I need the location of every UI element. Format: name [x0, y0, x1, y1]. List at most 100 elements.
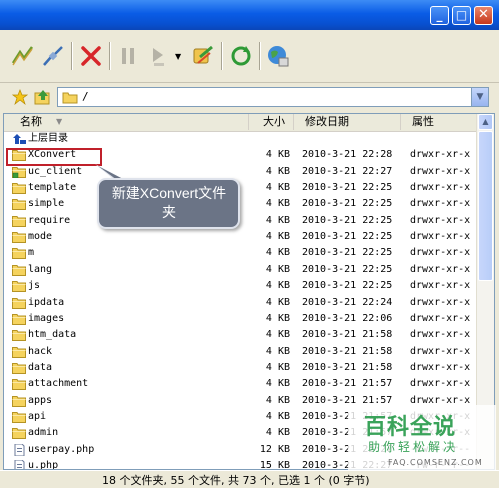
address-input[interactable]: / ▼: [57, 87, 489, 107]
file-size: 15 KB: [259, 460, 290, 470]
list-header: 名称 ▼ 大小 修改日期 属性: [4, 114, 478, 132]
watermark-title: 百科全说: [364, 414, 457, 439]
file-name: template: [28, 182, 77, 194]
close-window-button[interactable]: ✕: [474, 6, 493, 25]
file-row[interactable]: uc_client 4 KB 2010-3-21 22:27 drwxr-xr-x: [4, 164, 478, 180]
file-row[interactable]: images 4 KB 2010-3-21 22:06 drwxr-xr-x: [4, 311, 478, 327]
pause-icon[interactable]: [115, 43, 141, 69]
connect-icon[interactable]: [10, 43, 36, 69]
file-name: mode: [28, 231, 53, 243]
toolbar-separator: [221, 42, 223, 70]
file-date: 2010-3-21 22:25: [302, 182, 393, 194]
watermark-url: FAQ.COMSENZ.COM: [388, 458, 483, 467]
transfer-icon[interactable]: [190, 43, 216, 69]
disconnect-icon[interactable]: [40, 43, 66, 69]
folder-icon: [12, 232, 26, 244]
file-attributes: drwxr-xr-x: [410, 182, 471, 194]
scroll-up-button[interactable]: ▲: [478, 114, 493, 130]
folder-icon: [12, 313, 26, 325]
folder-icon: [12, 411, 26, 423]
globe-icon[interactable]: [265, 43, 291, 69]
file-size: 4 KB: [265, 231, 290, 243]
file-row[interactable]: ipdata 4 KB 2010-3-21 22:24 drwxr-xr-x: [4, 295, 478, 311]
file-row[interactable]: htm_data 4 KB 2010-3-21 21:58 drwxr-xr-x: [4, 327, 478, 343]
file-row[interactable]: require 4 KB 2010-3-21 22:25 drwxr-xr-x: [4, 213, 478, 229]
file-row[interactable]: attachment 4 KB 2010-3-21 21:57 drwxr-xr-x: [4, 376, 478, 392]
file-size: 4 KB: [265, 345, 290, 357]
file-row[interactable]: data 4 KB 2010-3-21 21:58 drwxr-xr-x: [4, 360, 478, 376]
file-date: 2010-3-21 22:25: [302, 263, 393, 275]
file-size: 4 KB: [265, 361, 290, 373]
address-path: /: [82, 90, 89, 103]
file-row[interactable]: hack 4 KB 2010-3-21 21:58 drwxr-xr-x: [4, 344, 478, 360]
php-file-icon: [14, 460, 25, 469]
address-dropdown-button[interactable]: ▼: [471, 88, 488, 106]
file-date: 2010-3-21 22:06: [302, 312, 393, 324]
delete-icon[interactable]: [78, 43, 104, 69]
file-name: m: [28, 247, 35, 259]
file-size: 12 KB: [259, 443, 290, 455]
file-row[interactable]: js 4 KB 2010-3-21 22:25 drwxr-xr-x: [4, 278, 478, 294]
chevron-down-icon[interactable]: ▼: [175, 52, 181, 61]
folder-icon: [12, 346, 26, 358]
favorite-star-icon[interactable]: [12, 89, 28, 105]
file-attributes: drwxr-xr-x: [410, 165, 471, 177]
folder-icon: [12, 199, 26, 211]
file-row[interactable]: template 4 KB 2010-3-21 22:25 drwxr-xr-x: [4, 180, 478, 196]
parent-directory-label: 上层目录: [28, 133, 68, 144]
php-file-icon: [14, 443, 25, 456]
file-name: require: [28, 214, 71, 226]
file-size: 4 KB: [265, 410, 290, 422]
play-icon[interactable]: [145, 43, 171, 69]
status-text: 18 个文件夹, 55 个文件, 共 73 个, 已选 1 个 (0 字节): [102, 474, 370, 487]
maximize-button[interactable]: □: [452, 6, 471, 25]
scroll-thumb[interactable]: [478, 131, 493, 281]
folder-icon: [12, 264, 26, 276]
file-name: apps: [28, 394, 53, 406]
up-folder-icon[interactable]: [34, 88, 52, 106]
file-row[interactable]: simple 4 KB 2010-3-21 22:25 drwxr-xr-x: [4, 196, 478, 212]
toolbar-separator: [109, 42, 111, 70]
file-size: 4 KB: [265, 378, 290, 390]
file-attributes: drwxr-xr-x: [410, 280, 471, 292]
file-name: ipdata: [28, 296, 65, 308]
toolbar-separator: [71, 42, 73, 70]
file-size: 4 KB: [265, 198, 290, 210]
file-attributes: drwxr-xr-x: [410, 361, 471, 373]
folder-icon: [12, 215, 26, 227]
column-header-name[interactable]: 名称 ▼: [4, 114, 249, 130]
refresh-icon[interactable]: [228, 43, 254, 69]
file-attributes: drwxr-xr-x: [410, 231, 471, 243]
file-date: 2010-3-21 22:25: [302, 247, 393, 259]
minimize-button[interactable]: _: [430, 6, 449, 25]
file-date: 2010-3-21 22:25: [302, 280, 393, 292]
file-size: 4 KB: [265, 149, 290, 161]
toolbar: ▼: [0, 30, 499, 83]
column-header-date[interactable]: 修改日期: [294, 114, 401, 130]
callout-text: 新建XConvert文件夹: [111, 185, 227, 220]
file-name: htm_data: [28, 329, 77, 341]
file-name: images: [28, 312, 65, 324]
watermark-subtitle: 助你轻松解决: [368, 440, 459, 454]
file-size: 4 KB: [265, 182, 290, 194]
file-row[interactable]: mode 4 KB 2010-3-21 22:25 drwxr-xr-x: [4, 229, 478, 245]
file-name: uc_client: [28, 165, 83, 177]
file-row[interactable]: lang 4 KB 2010-3-21 22:25 drwxr-xr-x: [4, 262, 478, 278]
file-attributes: drwxr-xr-x: [410, 329, 471, 341]
file-size: 4 KB: [265, 312, 290, 324]
file-date: 2010-3-21 22:28: [302, 149, 393, 161]
folder-icon: [12, 379, 26, 391]
file-name: simple: [28, 198, 65, 210]
file-attributes: drwxr-xr-x: [410, 198, 471, 210]
column-header-attr[interactable]: 属性: [401, 114, 478, 130]
folder-icon: [12, 330, 26, 342]
file-date: 2010-3-21 22:25: [302, 198, 393, 210]
parent-directory-row[interactable]: 上层目录: [4, 131, 478, 147]
column-header-size[interactable]: 大小: [249, 114, 294, 130]
toolbar-separator: [259, 42, 261, 70]
file-row[interactable]: m 4 KB 2010-3-21 22:25 drwxr-xr-x: [4, 245, 478, 261]
parent-directory-icon: [13, 134, 26, 144]
file-attributes: drwxr-xr-x: [410, 214, 471, 226]
callout-annotation: 新建XConvert文件夹: [97, 178, 240, 229]
file-date: 2010-3-21 21:58: [302, 345, 393, 357]
